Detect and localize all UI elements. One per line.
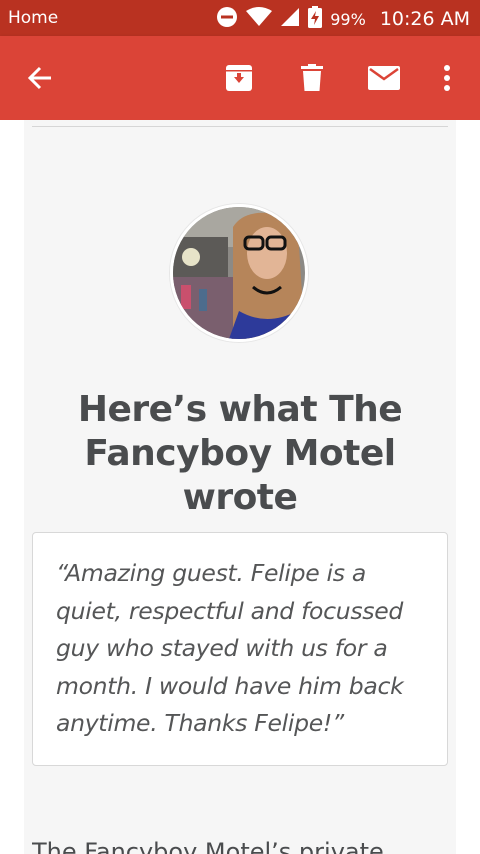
- battery-percent: 99%: [330, 9, 366, 29]
- more-vert-icon[interactable]: [427, 58, 467, 98]
- quote-box: “Amazing guest. Felipe is a quiet, respe…: [32, 532, 448, 766]
- archive-icon[interactable]: [219, 58, 259, 98]
- avatar: [170, 204, 308, 342]
- status-icons: 99% 10:26 AM: [216, 6, 470, 32]
- next-paragraph: The Fancyboy Motel’s private: [32, 838, 384, 854]
- cell-signal-icon: [280, 7, 300, 31]
- mail-icon[interactable]: [364, 58, 404, 98]
- review-card: Here’s what The Fancyboy Motel wrote “Am…: [24, 120, 456, 854]
- do-not-disturb-icon: [216, 6, 238, 32]
- status-bar: Home 99% 10:26 AM: [0, 0, 480, 36]
- review-heading: Here’s what The Fancyboy Motel wrote: [77, 389, 403, 518]
- trash-icon[interactable]: [292, 58, 332, 98]
- back-arrow-icon[interactable]: [20, 58, 60, 98]
- status-bar-label: Home: [8, 8, 59, 28]
- app-toolbar: [0, 36, 480, 120]
- wifi-icon: [246, 7, 273, 31]
- battery-charging-icon: [308, 6, 323, 32]
- divider: [32, 126, 448, 127]
- clock: 10:26 AM: [379, 8, 470, 30]
- email-content[interactable]: Here’s what The Fancyboy Motel wrote “Am…: [0, 120, 480, 854]
- review-quote: “Amazing guest. Felipe is a quiet, respe…: [56, 559, 404, 737]
